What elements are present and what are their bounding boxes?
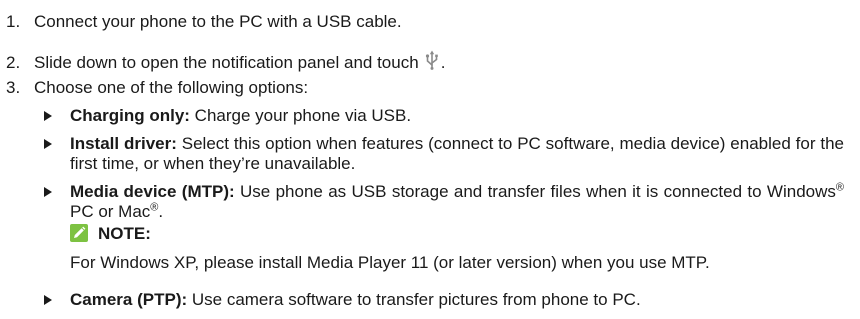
step-trailing-text: . [440,53,446,72]
bullet-arrow-icon [44,295,52,305]
option-install-driver: Install driver: Select this option when … [44,134,844,174]
step-number: 3. [6,78,21,97]
pencil-note-icon [70,224,88,242]
option-body: Select this option when features (connec… [70,134,844,173]
option-charging-only: Charging only: Charge your phone via USB… [44,106,844,126]
option-heading: Media device (MTP): [70,182,235,201]
option-body: Use phone as USB storage and transfer fi… [234,182,836,201]
bullet-arrow-icon [44,111,52,121]
note-heading-text: NOTE: [98,224,151,243]
bullet-arrow-icon [44,139,52,149]
step-text: Connect your phone to the PC with a USB … [34,12,402,31]
step-2: 2. Slide down to open the notification pa… [6,50,445,75]
step-1: 1. Connect your phone to the PC with a US… [6,12,402,32]
note-heading: NOTE: [70,224,151,244]
step-text: Slide down to open the notification pane… [34,53,419,72]
bullet-arrow-icon [44,187,52,197]
option-camera: Camera (PTP): Use camera software to tra… [44,290,844,310]
option-body-continued: PC or Mac [70,202,151,221]
option-body-end: . [158,202,164,221]
step-text: Choose one of the following options: [34,78,309,97]
instructions-document: 1. Connect your phone to the PC with a US… [0,0,860,319]
option-body: Use camera software to transfer pictures… [187,290,641,309]
note-body: For Windows XP, please install Media Pla… [70,253,710,272]
registered-mark: ® [835,181,844,194]
usb-icon [425,50,439,75]
step-number: 1. [6,12,21,31]
option-media-device: Media device (MTP): Use phone as USB sto… [44,182,844,222]
option-heading: Charging only: [70,106,190,125]
step-3: 3. Choose one of the following options: [6,78,308,98]
option-heading: Install driver: [70,134,177,153]
step-number: 2. [6,53,21,72]
option-heading: Camera (PTP): [70,290,188,309]
option-body: Charge your phone via USB. [189,106,412,125]
